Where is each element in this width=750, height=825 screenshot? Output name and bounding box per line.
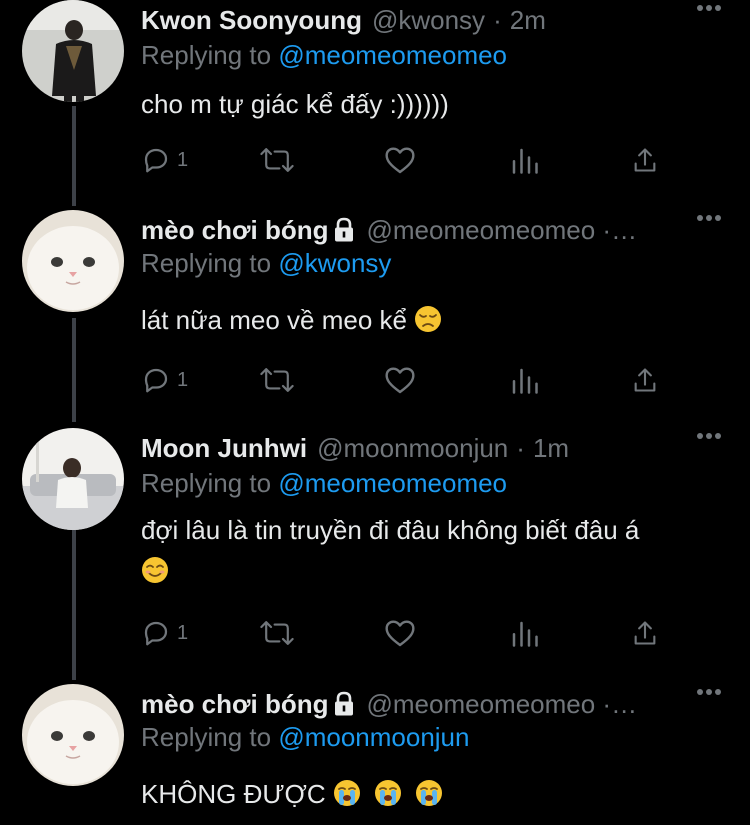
analytics-icon	[512, 148, 538, 174]
action-bar: 1	[141, 363, 681, 397]
avatar[interactable]	[22, 210, 124, 312]
author-handle[interactable]: @meomeomeomeo ·…	[366, 689, 637, 720]
avatar[interactable]	[22, 428, 124, 530]
author-name[interactable]: Moon Junhwi	[141, 433, 307, 464]
author-handle[interactable]: @kwonsy	[372, 5, 485, 36]
replying-to: Replying to @moonmoonjun	[141, 722, 469, 753]
share-button[interactable]	[631, 616, 659, 650]
reply-icon	[144, 368, 168, 393]
retweet-icon	[260, 621, 294, 645]
crying-face-emoji	[416, 780, 443, 806]
reply-count: 1	[177, 621, 189, 644]
mention-link[interactable]: @meomeomeomeo	[278, 468, 507, 498]
like-button[interactable]	[384, 616, 416, 650]
avatar[interactable]	[22, 684, 124, 786]
like-icon	[385, 367, 415, 394]
share-icon	[634, 148, 656, 172]
avatar[interactable]	[22, 0, 124, 102]
like-icon	[385, 147, 415, 174]
analytics-button[interactable]	[509, 143, 539, 177]
retweet-button[interactable]	[259, 143, 295, 177]
replying-prefix: Replying to	[141, 468, 272, 498]
like-button[interactable]	[384, 143, 416, 177]
tweet[interactable]: Moon Junhwi @moonmoonjun · 1m Replying t…	[0, 428, 750, 678]
reply-button[interactable]: 1	[141, 363, 188, 397]
tweet-text-content: đợi lâu là tin truyền đi đâu không biết …	[141, 515, 640, 545]
smiling-face-emoji	[142, 557, 168, 583]
action-bar: 1	[141, 616, 681, 650]
separator-dot: ·	[493, 4, 502, 35]
analytics-button[interactable]	[509, 363, 539, 397]
tweet[interactable]: Kwon Soonyoung @kwonsy · 2m Replying to …	[0, 0, 750, 206]
reply-button[interactable]: 1	[141, 143, 188, 177]
replying-prefix: Replying to	[141, 40, 272, 70]
replying-to: Replying to @kwonsy	[141, 248, 391, 279]
tweet[interactable]: mèo chơi bóng @meomeomeomeo ·… Replying …	[0, 210, 750, 418]
reply-button[interactable]: 1	[141, 616, 188, 650]
tweet-text-content: KHÔNG ĐƯỢC	[141, 779, 326, 809]
action-bar: 1	[141, 143, 681, 177]
retweet-button[interactable]	[259, 616, 295, 650]
replying-to: Replying to @meomeomeomeo	[141, 468, 507, 499]
mention-link[interactable]: @meomeomeomeo	[278, 40, 507, 70]
retweet-icon	[260, 368, 294, 392]
more-icon[interactable]	[696, 432, 722, 440]
retweet-icon	[260, 148, 294, 172]
reply-icon	[144, 621, 168, 646]
more-icon[interactable]	[696, 688, 722, 696]
lock-icon	[335, 691, 354, 716]
retweet-button[interactable]	[259, 363, 295, 397]
tweet-text: lát nữa meo về meo kể	[141, 300, 731, 341]
replying-prefix: Replying to	[141, 722, 272, 752]
mention-link[interactable]: @moonmoonjun	[278, 722, 469, 752]
mention-link[interactable]: @kwonsy	[278, 248, 391, 278]
crying-face-emoji	[333, 780, 360, 806]
tweet-text: đợi lâu là tin truyền đi đâu không biết …	[141, 510, 731, 592]
author-name[interactable]: mèo chơi bóng	[141, 689, 328, 720]
more-icon[interactable]	[696, 214, 722, 222]
like-icon	[385, 620, 415, 647]
reply-icon	[144, 148, 168, 173]
replying-prefix: Replying to	[141, 248, 272, 278]
author-handle[interactable]: @meomeomeomeo ·…	[366, 215, 637, 246]
tweet-text: cho m tự giác kể đấy :))))))	[141, 84, 731, 125]
separator-dot: ·	[516, 432, 525, 463]
analytics-button[interactable]	[509, 616, 539, 650]
author-handle[interactable]: @moonmoonjun	[317, 433, 508, 464]
tweet-text: KHÔNG ĐƯỢC	[141, 774, 731, 815]
like-button[interactable]	[384, 363, 416, 397]
analytics-icon	[512, 368, 538, 394]
tweet[interactable]: mèo chơi bóng @meomeomeomeo ·… Replying …	[0, 684, 750, 825]
disappointed-face-emoji	[415, 306, 442, 332]
more-icon[interactable]	[696, 4, 722, 12]
tweet-text-content: cho m tự giác kể đấy :))))))	[141, 89, 449, 119]
share-icon	[634, 621, 656, 645]
reply-count: 1	[177, 148, 189, 171]
analytics-icon	[512, 621, 538, 647]
tweet-text-content: lát nữa meo về meo kể	[141, 305, 407, 335]
crying-face-emoji	[375, 780, 402, 806]
timestamp[interactable]: 1m	[533, 433, 569, 464]
timestamp[interactable]: 2m	[510, 5, 546, 36]
share-icon	[634, 368, 656, 392]
reply-count: 1	[177, 368, 189, 391]
author-name[interactable]: Kwon Soonyoung	[141, 5, 362, 36]
replying-to: Replying to @meomeomeomeo	[141, 40, 507, 71]
share-button[interactable]	[631, 363, 659, 397]
author-name[interactable]: mèo chơi bóng	[141, 215, 328, 246]
share-button[interactable]	[631, 143, 659, 177]
lock-icon	[335, 217, 354, 242]
